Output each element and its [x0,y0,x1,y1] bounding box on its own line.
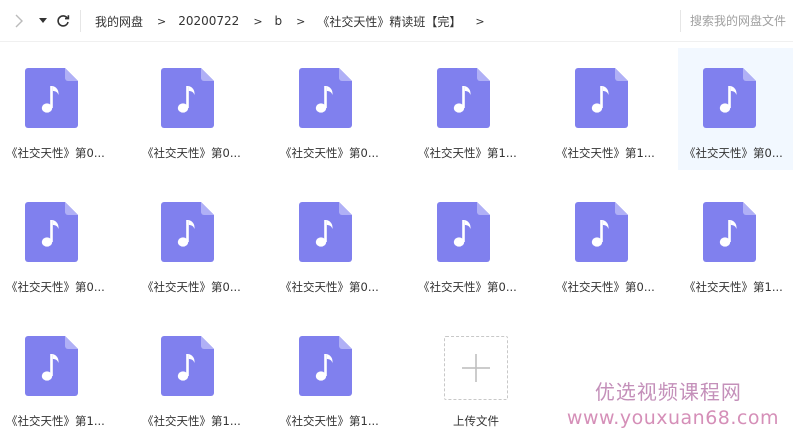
file-name: 《社交天性》第0... [280,280,379,294]
file-name: 《社交天性》第1... [280,414,379,428]
file-tile[interactable]: 《社交天性》第1... [412,48,528,170]
breadcrumb-separator: > [253,14,263,28]
chevron-right-icon [15,14,23,28]
file-name: 《社交天性》第0... [6,146,105,160]
file-tile[interactable]: 《社交天性》第1... [136,316,252,438]
file-name: 《社交天性》第1... [142,414,241,428]
music-file-icon [437,68,490,128]
file-name: 《社交天性》第0... [280,146,379,160]
breadcrumb-item-b-folder[interactable]: b [275,14,283,28]
file-tile[interactable]: 《社交天性》第1... [0,316,116,438]
file-tile[interactable]: 《社交天性》第0... [274,48,390,170]
file-name: 《社交天性》第1... [418,146,517,160]
toolbar-divider [80,10,81,32]
upload-label: 上传文件 [453,414,499,428]
upload-button[interactable] [444,336,508,400]
plus-icon [462,354,490,382]
breadcrumb: 我的网盘 > 20200722 > b > 《社交天性》精读班【完】 > [95,0,497,42]
file-name: 《社交天性》第0... [684,146,783,160]
breadcrumb-item-current-folder[interactable]: 《社交天性》精读班【完】 [317,13,461,30]
music-file-icon [161,202,214,262]
music-file-icon [25,202,78,262]
file-name: 《社交天性》第0... [142,146,241,160]
back-button[interactable] [10,11,28,31]
file-tile[interactable]: 《社交天性》第0... [136,182,252,304]
search-input[interactable] [690,11,793,31]
music-file-icon [25,336,78,396]
file-tile[interactable]: 《社交天性》第0... [412,182,528,304]
file-name: 《社交天性》第0... [556,280,655,294]
caret-down-icon [39,18,47,23]
music-file-icon [25,68,78,128]
file-name: 《社交天性》第0... [142,280,241,294]
breadcrumb-separator: > [296,14,306,28]
music-file-icon [161,336,214,396]
refresh-icon [57,15,70,27]
breadcrumb-separator: > [157,14,167,28]
music-file-icon [703,202,756,262]
search-divider [680,10,681,32]
music-file-icon [575,202,628,262]
upload-tile[interactable]: 上传文件 [412,316,540,438]
file-tile[interactable]: 《社交天性》第0... [678,48,793,170]
breadcrumb-item-date-folder[interactable]: 20200722 [178,14,239,28]
music-file-icon [703,68,756,128]
breadcrumb-item-home[interactable]: 我的网盘 [95,13,143,30]
breadcrumb-separator: > [475,14,485,28]
refresh-button[interactable] [54,11,72,31]
music-file-icon [299,68,352,128]
history-dropdown-button[interactable] [36,11,50,31]
file-tile[interactable]: 《社交天性》第1... [678,182,793,304]
file-name: 《社交天性》第1... [684,280,783,294]
music-file-icon [299,336,352,396]
music-file-icon [437,202,490,262]
file-grid: 《社交天性》第0... 《社交天性》第0... 《社交天性》第0... 《社交天性》第… [0,48,793,439]
file-tile[interactable]: 《社交天性》第0... [136,48,252,170]
file-tile[interactable]: 《社交天性》第0... [0,48,116,170]
file-name: 《社交天性》第1... [6,414,105,428]
file-name: 《社交天性》第0... [6,280,105,294]
toolbar: 我的网盘 > 20200722 > b > 《社交天性》精读班【完】 > [0,0,793,42]
file-name: 《社交天性》第0... [418,280,517,294]
file-tile[interactable]: 《社交天性》第0... [0,182,116,304]
music-file-icon [161,68,214,128]
file-tile[interactable]: 《社交天性》第1... [274,316,390,438]
music-file-icon [299,202,352,262]
file-tile[interactable]: 《社交天性》第0... [274,182,390,304]
file-tile[interactable]: 《社交天性》第1... [550,48,666,170]
file-name: 《社交天性》第1... [556,146,655,160]
music-file-icon [575,68,628,128]
file-tile[interactable]: 《社交天性》第0... [550,182,666,304]
